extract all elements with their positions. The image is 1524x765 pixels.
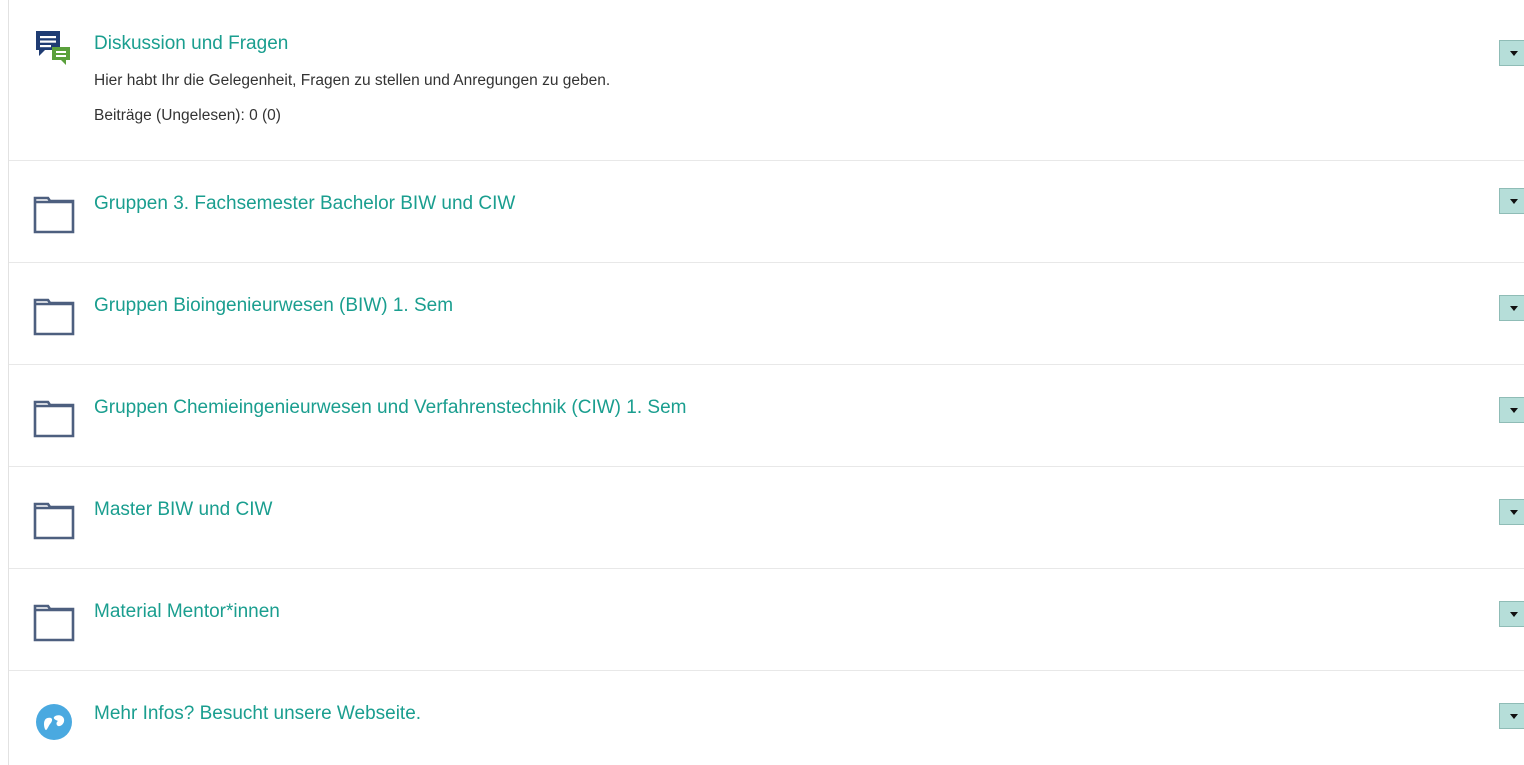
item-title[interactable]: Mehr Infos? Besucht unsere Webseite.	[94, 703, 421, 725]
list-item-folder: Master BIW und CIW	[9, 467, 1524, 569]
folder-icon	[33, 400, 75, 438]
item-actions-toggle[interactable]	[1499, 601, 1524, 627]
item-actions-toggle[interactable]	[1499, 397, 1524, 423]
item-actions-toggle[interactable]	[1499, 40, 1524, 66]
item-title[interactable]: Diskussion und Fragen	[94, 33, 288, 55]
folder-icon	[33, 196, 75, 234]
list-item-folder: Gruppen Chemieingenieurwesen und Verfahr…	[9, 365, 1524, 467]
item-description: Hier habt Ihr die Gelegenheit, Fragen zu…	[94, 72, 611, 89]
folder-icon	[33, 502, 75, 540]
item-post-count: Beiträge (Ungelesen): 0 (0)	[94, 107, 281, 124]
folder-icon	[33, 298, 75, 336]
item-actions-toggle[interactable]	[1499, 499, 1524, 525]
item-title[interactable]: Gruppen 3. Fachsemester Bachelor BIW und…	[94, 193, 515, 215]
list-item-folder: Material Mentor*innen	[9, 569, 1524, 671]
weblink-icon	[36, 704, 72, 740]
list-item-forum: Diskussion und Fragen Hier habt Ihr die …	[9, 0, 1524, 161]
list-item-weblink: Mehr Infos? Besucht unsere Webseite.	[9, 671, 1524, 765]
caret-down-icon	[1509, 50, 1518, 56]
list-item-folder: Gruppen 3. Fachsemester Bachelor BIW und…	[9, 161, 1524, 263]
item-actions-toggle[interactable]	[1499, 703, 1524, 729]
caret-down-icon	[1509, 198, 1518, 204]
caret-down-icon	[1509, 713, 1518, 719]
item-title[interactable]: Gruppen Chemieingenieurwesen und Verfahr…	[94, 397, 686, 419]
caret-down-icon	[1509, 509, 1518, 515]
forum-icon	[36, 31, 70, 65]
item-actions-toggle[interactable]	[1499, 188, 1524, 214]
item-title[interactable]: Material Mentor*innen	[94, 601, 280, 623]
item-title[interactable]: Gruppen Bioingenieurwesen (BIW) 1. Sem	[94, 295, 453, 317]
item-list: Diskussion und Fragen Hier habt Ihr die …	[8, 0, 1524, 765]
list-item-folder: Gruppen Bioingenieurwesen (BIW) 1. Sem	[9, 263, 1524, 365]
folder-icon	[33, 604, 75, 642]
caret-down-icon	[1509, 305, 1518, 311]
item-actions-toggle[interactable]	[1499, 295, 1524, 321]
caret-down-icon	[1509, 611, 1518, 617]
caret-down-icon	[1509, 407, 1518, 413]
item-title[interactable]: Master BIW und CIW	[94, 499, 272, 521]
